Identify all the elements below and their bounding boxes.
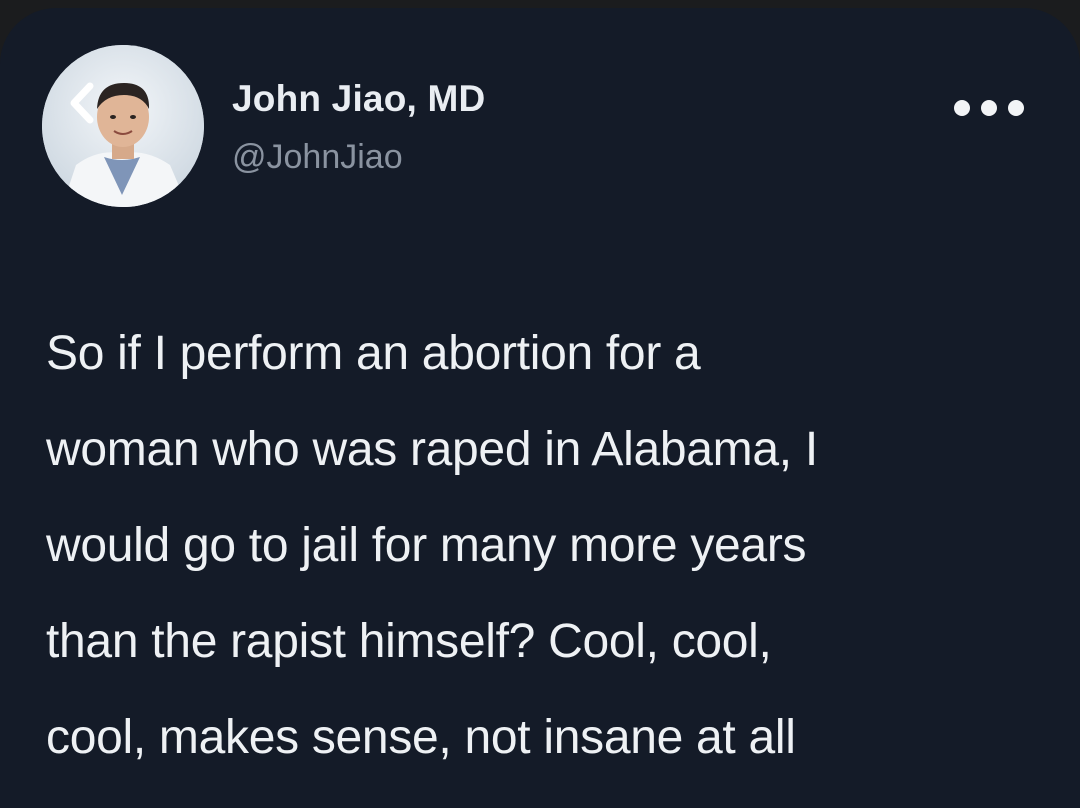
more-dot bbox=[954, 100, 970, 116]
tweet-text: So if I perform an abortion for a woman … bbox=[46, 327, 818, 764]
more-dot bbox=[1008, 100, 1024, 116]
tweet-card: John Jiao, MD @JohnJiao So if I perform … bbox=[0, 8, 1080, 808]
more-dot bbox=[981, 100, 997, 116]
chevron-left-icon[interactable] bbox=[42, 48, 142, 158]
author-display-name[interactable]: John Jiao, MD bbox=[232, 78, 485, 120]
more-horizontal-icon[interactable] bbox=[954, 90, 1024, 126]
author-handle[interactable]: @JohnJiao bbox=[232, 138, 403, 177]
